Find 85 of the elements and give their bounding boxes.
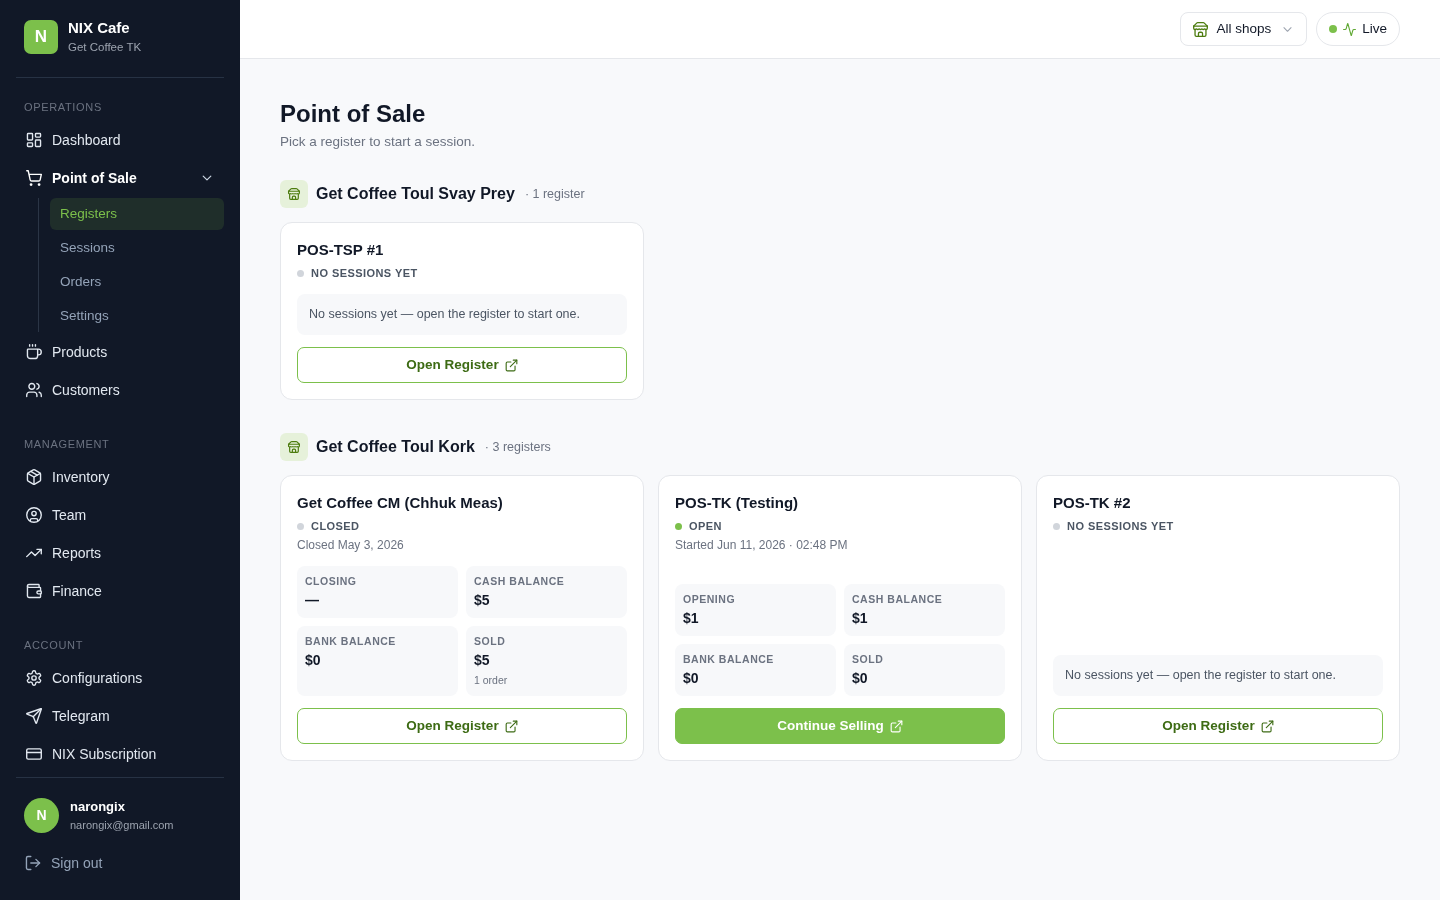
stat-label: SOLD — [474, 634, 507, 648]
external-link-icon — [504, 719, 518, 733]
stat-value: $0 — [305, 651, 322, 669]
page-subtitle: Pick a register to start a session. — [280, 133, 477, 151]
user-avatar: N — [24, 798, 59, 833]
user-email: narongix@gmail.com — [70, 818, 174, 832]
user-circle-icon — [26, 507, 42, 523]
stat-label: CLOSING — [305, 574, 358, 588]
shop-name: Get Coffee Toul Svay Prey — [316, 184, 515, 204]
stat-label: OPENING — [683, 592, 737, 606]
cup-icon — [26, 344, 42, 360]
stat-label: CASH BALANCE — [852, 592, 944, 606]
page-title: Point of Sale — [280, 99, 427, 129]
brand-subtitle: Get Coffee TK — [68, 40, 142, 55]
user-name: narongix — [70, 799, 126, 815]
live-status-button[interactable]: Live — [1316, 12, 1400, 46]
register-name: POS-TK (Testing) — [675, 493, 800, 513]
card-icon — [26, 746, 42, 762]
register-action-button[interactable]: Open Register — [297, 347, 627, 383]
sidebar-item[interactable]: Dashboard — [16, 121, 224, 159]
stat-value: $0 — [683, 669, 700, 687]
settings-icon — [26, 670, 42, 686]
status-label: NO SESSIONS YET — [311, 266, 418, 281]
stat-value: — — [305, 591, 320, 609]
stat-value: $1 — [852, 609, 869, 627]
users-icon — [26, 382, 42, 398]
stat-note: 1 order — [474, 673, 509, 687]
register-name: POS-TSP #1 — [297, 240, 385, 260]
register-name: Get Coffee CM (Chhuk Meas) — [297, 493, 504, 513]
stat-value: $0 — [852, 669, 869, 687]
store-icon — [280, 433, 308, 461]
stat-label: BANK BALANCE — [683, 652, 775, 666]
stat-value: $5 — [474, 651, 491, 669]
sidebar-item[interactable]: Customers — [16, 371, 224, 409]
box-icon — [26, 469, 42, 485]
sidebar-item[interactable]: Finance — [16, 572, 224, 610]
sidebar-subitem[interactable]: Settings — [50, 300, 224, 332]
status-label: OPEN — [689, 519, 722, 534]
sidebar-item[interactable]: Configurations — [16, 659, 224, 697]
sign-out-link[interactable]: Sign out — [25, 853, 103, 873]
sidebar-section-label: ACCOUNT — [23, 638, 84, 653]
external-link-icon — [504, 358, 518, 372]
status-label: CLOSED — [311, 519, 360, 534]
store-icon — [280, 180, 308, 208]
session-detail: Closed May 3, 2026 — [297, 537, 405, 553]
status-label: NO SESSIONS YET — [1067, 519, 1174, 534]
sidebar-section-label: OPERATIONS — [23, 100, 103, 115]
stat-label: BANK BALANCE — [305, 634, 397, 648]
register-action-button[interactable]: Open Register — [1053, 708, 1383, 744]
sidebar-item[interactable]: Telegram — [16, 697, 224, 735]
register-name: POS-TK #2 — [1053, 493, 1132, 513]
sidebar-item[interactable]: Reports — [16, 534, 224, 572]
stat-value: $1 — [683, 609, 700, 627]
sidebar-section-label: MANAGEMENT — [23, 437, 111, 452]
paper-plane-icon — [26, 708, 42, 724]
empty-message: No sessions yet — open the register to start one. — [1053, 655, 1383, 696]
sidebar-item[interactable]: Team — [16, 496, 224, 534]
pulse-icon — [1343, 22, 1357, 36]
stat-label: CASH BALANCE — [474, 574, 566, 588]
sidebar-item[interactable]: Products — [16, 333, 224, 371]
register-count: · 1 register — [524, 185, 585, 203]
wallet-icon — [26, 583, 42, 599]
dashboard-grid-icon — [26, 132, 42, 148]
sidebar-item[interactable]: Point of Sale — [16, 159, 224, 197]
stat-label: SOLD — [852, 652, 885, 666]
store-icon — [1193, 21, 1209, 37]
session-detail: Started Jun 11, 2026 · 02:48 PM — [675, 537, 849, 553]
external-link-icon — [889, 719, 903, 733]
live-dot-icon — [1329, 25, 1338, 33]
sidebar-subitem[interactable]: Orders — [50, 266, 224, 298]
register-count: · 3 registers — [484, 438, 551, 456]
sidebar-subitem[interactable]: Registers — [50, 198, 224, 230]
shop-name: Get Coffee Toul Kork — [316, 437, 475, 457]
external-link-icon — [1260, 719, 1274, 733]
stat-value: $5 — [474, 591, 491, 609]
brand-name: NIX Cafe — [68, 19, 131, 37]
sidebar-subitem[interactable]: Sessions — [50, 232, 224, 264]
sign-out-icon — [25, 855, 41, 871]
register-action-button[interactable]: Open Register — [297, 708, 627, 744]
shop-filter-dropdown[interactable]: All shops — [1180, 12, 1308, 46]
sidebar-item[interactable]: NIX Subscription — [16, 735, 224, 773]
brand-logo: N — [24, 20, 58, 54]
sidebar-item[interactable]: Inventory — [16, 458, 224, 496]
cart-icon — [26, 170, 42, 186]
empty-message: No sessions yet — open the register to start one. — [297, 294, 627, 335]
